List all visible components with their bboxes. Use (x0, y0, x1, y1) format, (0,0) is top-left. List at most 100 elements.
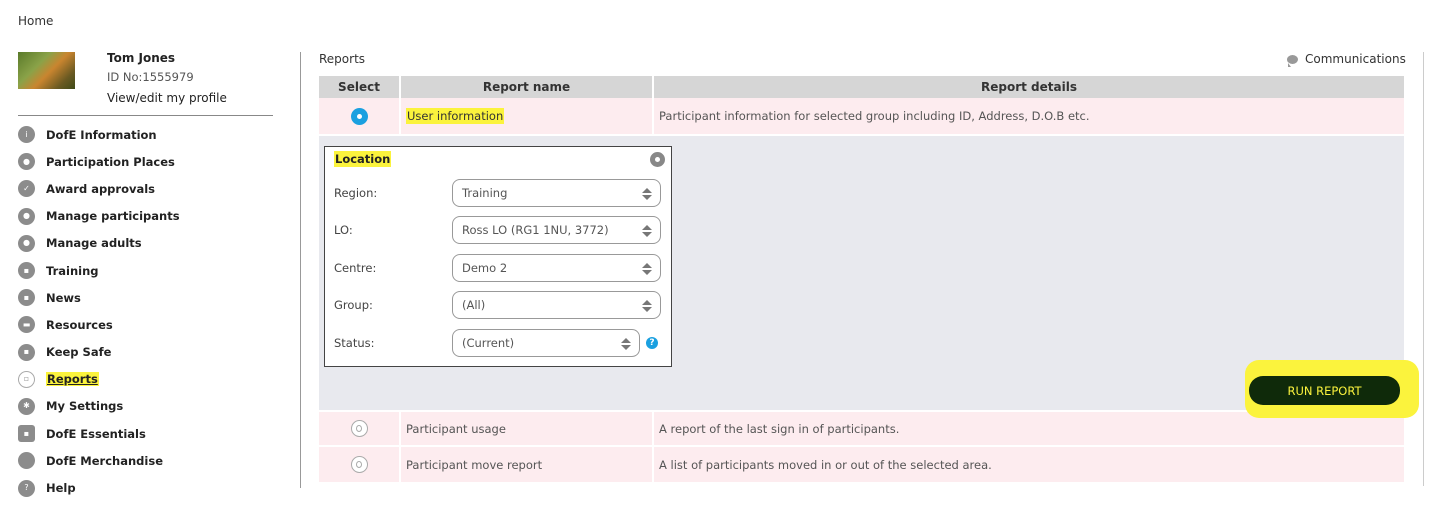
region-value: Training (462, 186, 508, 200)
users-icon: ● (18, 207, 35, 225)
user-icon: ● (18, 153, 35, 171)
group-value: (All) (462, 298, 486, 312)
communications-link[interactable]: Communications (1287, 52, 1406, 67)
sidebar-item-award-approvals[interactable]: ✓ Award approvals (18, 175, 273, 202)
select-cell (319, 98, 401, 134)
table-row[interactable]: User information Participant information… (319, 98, 1404, 136)
content-right-divider (1423, 52, 1424, 486)
status-label: Status: (334, 336, 375, 350)
report-name: Participant move report (401, 447, 654, 482)
table-header: Select Report name Report details (319, 76, 1404, 98)
lo-value: Ross LO (RG1 1NU, 3772) (462, 223, 609, 237)
sidebar-item-manage-adults[interactable]: ● Manage adults (18, 230, 273, 257)
centre-value: Demo 2 (462, 261, 508, 275)
sidebar-item-label: DofE Merchandise (46, 453, 163, 468)
sidebar-item-label: News (46, 290, 81, 305)
report-options-panel: Location Region: Training LO: Ross LO (R… (319, 136, 1419, 418)
sidebar-item-reports[interactable]: ▫ Reports (18, 366, 273, 393)
run-report-button[interactable]: RUN REPORT (1249, 376, 1400, 405)
select-arrows-icon (642, 263, 652, 275)
sidebar-nav: i DofE Information ● Participation Place… (18, 121, 273, 502)
sidebar-item-resources[interactable]: ▬ Resources (18, 311, 273, 338)
sidebar-item-dofe-information[interactable]: i DofE Information (18, 121, 273, 148)
report-name: User information (406, 108, 505, 124)
profile-name: Tom Jones (107, 51, 176, 65)
training-icon: ▪ (18, 262, 35, 280)
sidebar: Tom Jones ID No:1555979 View/edit my pro… (18, 50, 273, 502)
sidebar-item-training[interactable]: ▪ Training (18, 257, 273, 284)
breadcrumb[interactable]: Home (18, 14, 53, 28)
sidebar-item-label: Participation Places (46, 154, 175, 169)
sidebar-item-keep-safe[interactable]: ▪ Keep Safe (18, 339, 273, 366)
sidebar-item-label: Help (46, 481, 76, 496)
centre-row: Centre: Demo 2 (334, 254, 661, 282)
cart-icon: ▪ (18, 425, 35, 443)
help-icon[interactable]: ? (646, 337, 658, 349)
reports-table: Select Report name Report details User i… (319, 76, 1419, 482)
sidebar-item-help[interactable]: ? Help (18, 474, 273, 501)
lo-label: LO: (334, 223, 353, 237)
avatar (18, 52, 75, 89)
report-radio-selected[interactable] (350, 107, 368, 125)
sidebar-item-news[interactable]: ▪ News (18, 284, 273, 311)
help-icon: ? (18, 479, 35, 497)
location-filter: Location Region: Training LO: Ross LO (R… (324, 146, 672, 367)
select-arrows-icon (642, 225, 652, 237)
report-details: A list of participants moved in or out o… (659, 457, 992, 472)
sidebar-item-label: DofE Information (46, 127, 157, 142)
column-header-select: Select (319, 76, 401, 98)
page-title: Reports (319, 52, 366, 66)
lock-icon: ▪ (18, 343, 35, 361)
group-row: Group: (All) (334, 291, 661, 319)
profile-id: ID No:1555979 (107, 70, 194, 84)
region-label: Region: (334, 186, 378, 200)
document-icon: ▫ (18, 370, 35, 388)
column-header-report-name: Report name (401, 76, 654, 98)
communications-label: Communications (1305, 52, 1406, 66)
sidebar-divider (300, 52, 301, 488)
status-select[interactable]: (Current) (452, 329, 640, 357)
lo-row: LO: Ross LO (RG1 1NU, 3772) (334, 216, 661, 244)
edit-profile-link[interactable]: View/edit my profile (107, 91, 227, 105)
report-details: Participant information for selected gro… (659, 109, 1090, 123)
sidebar-item-label: Keep Safe (46, 345, 112, 360)
select-arrows-icon (642, 188, 652, 200)
sidebar-item-label: Resources (46, 317, 113, 332)
sidebar-item-label: DofE Essentials (46, 426, 146, 441)
sidebar-item-label: My Settings (46, 399, 124, 414)
report-radio[interactable] (350, 456, 368, 473)
group-select[interactable]: (All) (452, 291, 661, 319)
status-value: (Current) (462, 336, 515, 350)
check-badge-icon: ✓ (18, 180, 35, 198)
select-cell (319, 447, 401, 482)
column-header-report-details: Report details (981, 80, 1077, 94)
sidebar-item-manage-participants[interactable]: ● Manage participants (18, 203, 273, 230)
lo-select[interactable]: Ross LO (RG1 1NU, 3772) (452, 216, 661, 244)
news-icon: ▪ (18, 289, 35, 307)
centre-select[interactable]: Demo 2 (452, 254, 661, 282)
adult-icon: ● (18, 234, 35, 252)
chat-bubble-icon (1287, 54, 1298, 67)
close-icon[interactable] (650, 152, 665, 167)
gear-icon: ✱ (18, 397, 35, 415)
group-label: Group: (334, 298, 373, 312)
sidebar-item-participation-places[interactable]: ● Participation Places (18, 148, 273, 175)
sidebar-item-dofe-essentials[interactable]: ▪ DofE Essentials (18, 420, 273, 447)
select-cell (319, 412, 401, 445)
sidebar-item-my-settings[interactable]: ✱ My Settings (18, 393, 273, 420)
sidebar-item-label: Award approvals (46, 181, 156, 196)
table-row[interactable]: Participant move report A list of partic… (319, 447, 1404, 482)
report-radio[interactable] (350, 420, 368, 437)
table-row[interactable]: Participant usage A report of the last s… (319, 412, 1404, 447)
report-name: Participant usage (401, 412, 654, 445)
sidebar-item-label: Manage participants (46, 209, 180, 224)
location-title: Location (334, 151, 392, 167)
sidebar-item-label: Manage adults (46, 236, 142, 251)
info-icon: i (18, 126, 35, 144)
region-row: Region: Training (334, 179, 661, 207)
centre-label: Centre: (334, 261, 377, 275)
profile-card: Tom Jones ID No:1555979 View/edit my pro… (18, 50, 273, 116)
sidebar-item-dofe-merchandise[interactable]: DofE Merchandise (18, 447, 273, 474)
region-select[interactable]: Training (452, 179, 661, 207)
sidebar-item-label: Reports (46, 372, 99, 387)
